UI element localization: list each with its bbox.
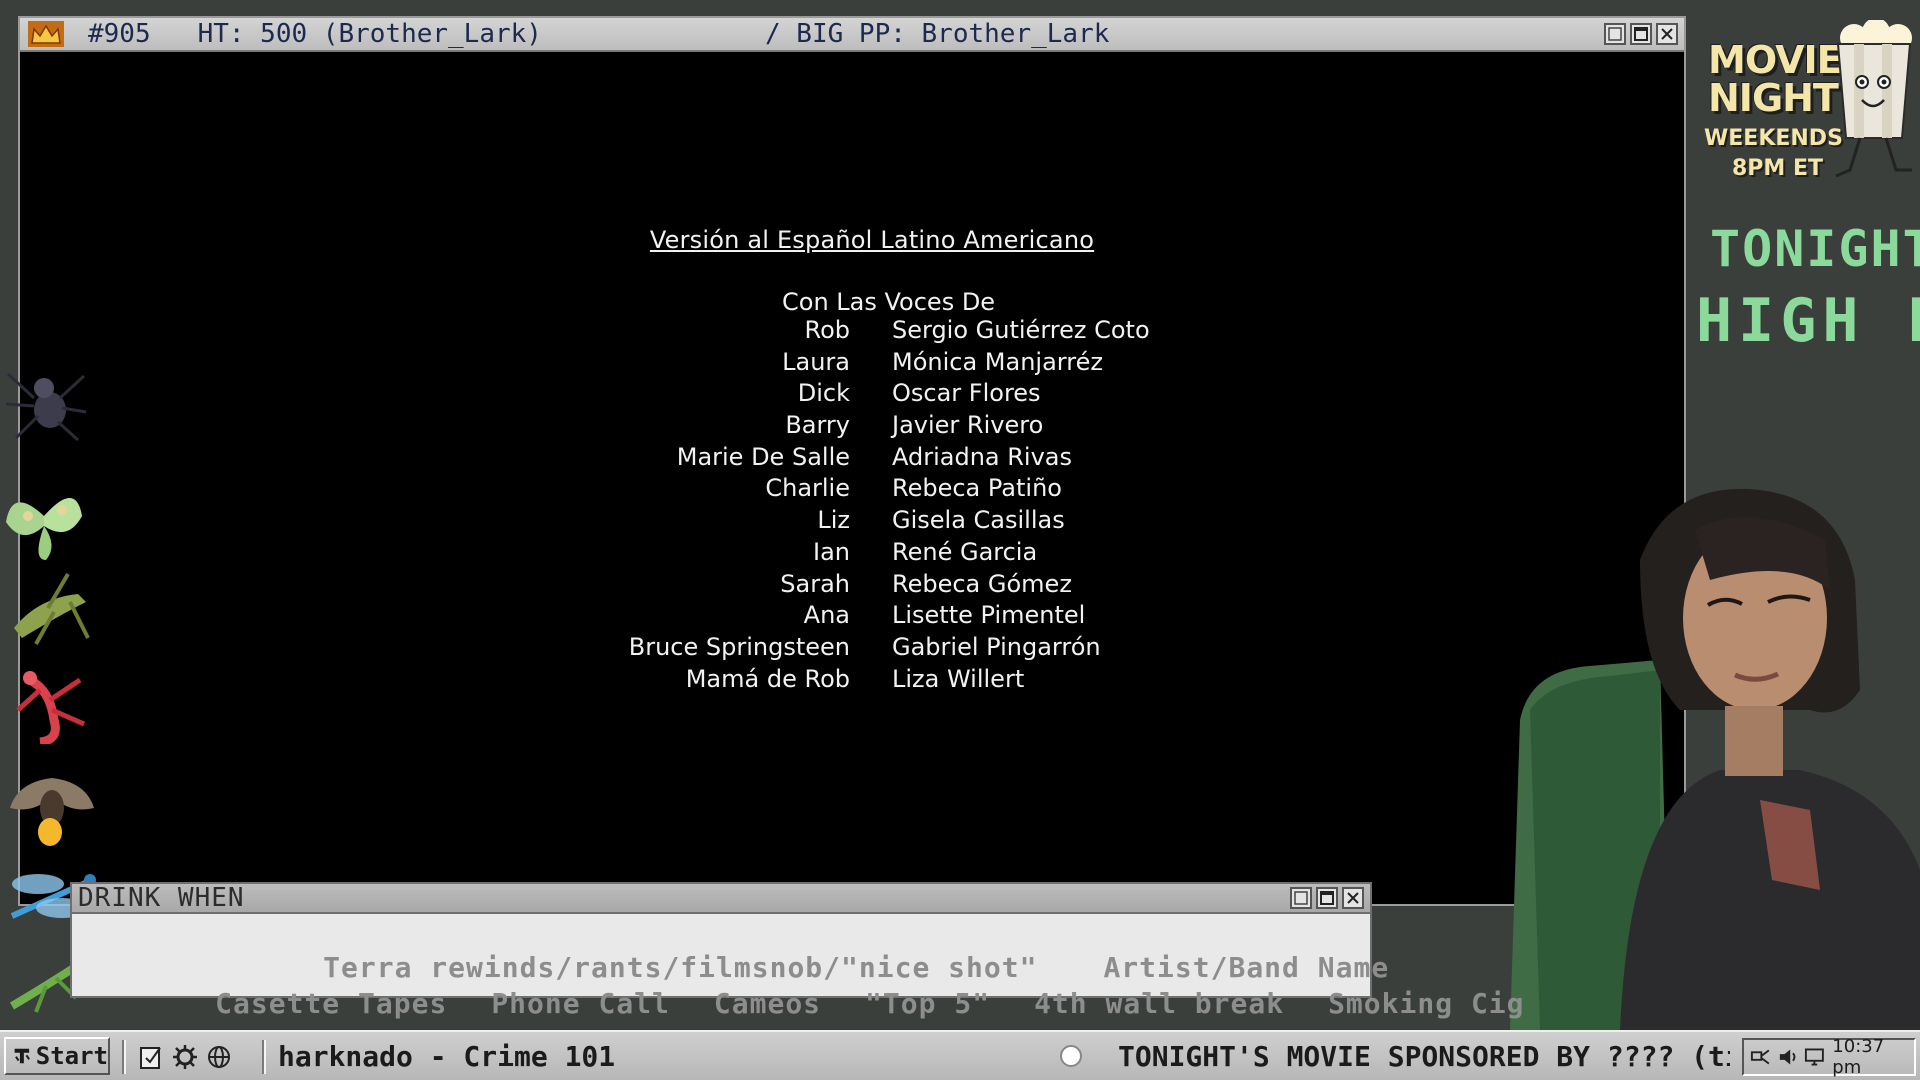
drink-rule: Cameos	[713, 987, 822, 1020]
active-task-button[interactable]: harknado - Crime 101	[278, 1040, 615, 1073]
drink-rule: "Top 5"	[865, 987, 991, 1020]
cast-role: Barry	[785, 411, 850, 440]
logo-text-weekends: WEEKENDS	[1704, 126, 1843, 151]
system-tray: 10:37 pm	[1742, 1036, 1916, 1078]
cast-role: Mamá de Rob	[685, 664, 850, 693]
minimize-icon	[1294, 891, 1308, 905]
taskbar-divider	[262, 1040, 266, 1074]
drink-rule: Smoking Cig	[1328, 987, 1525, 1020]
tonight-movie-title: HIGH FID	[1696, 286, 1920, 356]
movie-window-subtitle: / BIG PP: Brother_Lark	[765, 19, 1110, 49]
close-icon	[1347, 892, 1359, 904]
grasshopper-icon	[14, 572, 90, 645]
cast-actor: Lisette Pimentel	[892, 601, 1086, 630]
cast-actor: Mónica Manjarréz	[892, 347, 1103, 376]
drink-when-titlebar[interactable]: DRINK WHEN	[72, 883, 1370, 914]
speaker-icon[interactable]	[1777, 1046, 1798, 1068]
cast-role: Ian	[813, 537, 850, 566]
webcam-feed	[1510, 488, 1920, 1030]
gear-icon[interactable]	[172, 1044, 198, 1070]
cast-row: Bruce Springsteen Gabriel Pingarrón	[20, 633, 1684, 665]
cast-row: Ian René Garcia	[20, 538, 1684, 570]
drink-when-controls	[1290, 887, 1364, 909]
start-button[interactable]: Start	[4, 1037, 110, 1075]
cast-role: Sarah	[780, 569, 850, 598]
drink-rule: 4th wall break	[1034, 987, 1285, 1020]
cast-role: Rob	[804, 316, 850, 344]
cast-row: Barry Javier Rivero	[20, 411, 1684, 443]
tonight-label: TONIGHT:	[1710, 220, 1920, 278]
drink-when-title: DRINK WHEN	[78, 883, 245, 913]
minimize-icon	[1608, 27, 1622, 41]
cast-actor: Adriadna Rivas	[892, 442, 1073, 471]
cast-actor: Gabriel Pingarrón	[892, 632, 1101, 661]
cast-row: Laura Mónica Manjarréz	[20, 348, 1684, 380]
cast-role: Laura	[782, 347, 850, 376]
cast-row: Liz Gisela Casillas	[20, 506, 1684, 538]
credits-subheading: Con Las Voces De	[782, 288, 996, 316]
popcorn-icon	[1835, 20, 1912, 178]
logo-text-night: NIGHT	[1708, 76, 1839, 120]
cast-row: Dick Oscar Flores	[20, 379, 1684, 411]
cast-row: Marie De Salle Adriadna Rivas	[20, 443, 1684, 475]
start-icon	[14, 1048, 30, 1064]
cast-role: Liz	[817, 506, 850, 535]
cast-actor: Javier Rivero	[892, 411, 1044, 440]
firefly-icon	[10, 778, 94, 846]
cast-actor: Sergio Gutiérrez Coto	[892, 316, 1150, 344]
network-icon[interactable]	[1750, 1046, 1771, 1068]
mantis-icon	[16, 671, 86, 744]
close-icon	[1661, 28, 1673, 40]
cast-row: Sarah Rebeca Gómez	[20, 570, 1684, 602]
cast-row: Ana Lisette Pimentel	[20, 601, 1684, 633]
cast-actor: Liza Willert	[892, 664, 1025, 693]
movie-night-logo: MOVIE NIGHT WEEKENDS 8PM ET	[1700, 20, 1920, 200]
moth-icon	[6, 498, 82, 560]
clock: 10:37 pm	[1832, 1036, 1885, 1078]
start-label: Start	[35, 1042, 108, 1070]
maximize-icon	[1320, 891, 1334, 905]
cast-role: Ana	[803, 601, 850, 630]
cast-actor: Gisela Casillas	[892, 506, 1065, 535]
taskbar: Start harknado - Crime 101 TONIGHT'S MOV…	[0, 1030, 1920, 1080]
maximize-button[interactable]	[1316, 887, 1338, 909]
notepad-icon[interactable]	[138, 1044, 164, 1070]
cast-row: Mamá de Rob Liza Willert	[20, 665, 1684, 697]
maximize-icon	[1634, 27, 1648, 41]
cast-role: Marie De Salle	[676, 442, 850, 471]
movie-window-titlebar[interactable]: #905 HT: 500 (Brother_Lark) / BIG PP: Br…	[20, 18, 1684, 52]
monitor-icon[interactable]	[1804, 1046, 1825, 1068]
drink-rule: Casette Tapes	[215, 987, 448, 1020]
cast-actor: Rebeca Gómez	[892, 569, 1072, 598]
minimize-button[interactable]	[1290, 887, 1312, 909]
record-icon	[1060, 1045, 1082, 1067]
cast-role: Dick	[797, 379, 850, 408]
cast-role: Bruce Springsteen	[628, 632, 850, 661]
cast-row: Charlie Rebeca Patiño	[20, 474, 1684, 506]
close-button[interactable]	[1342, 887, 1364, 909]
maximize-button[interactable]	[1630, 23, 1652, 45]
cast-actor: Oscar Flores	[892, 379, 1041, 408]
drink-when-window: DRINK WHEN Terra rewinds/rants/filmsnob/…	[70, 882, 1524, 1020]
desktop: #905 HT: 500 (Brother_Lark) / BIG PP: Br…	[0, 0, 1920, 1080]
movie-window-controls	[1604, 23, 1678, 45]
movie-window-title: #905 HT: 500 (Brother_Lark)	[88, 19, 542, 49]
movie-window: #905 HT: 500 (Brother_Lark) / BIG PP: Br…	[18, 16, 1686, 906]
credits-heading: Versión al Español Latino Americano	[649, 226, 1095, 254]
drink-rule: Phone Call	[491, 987, 670, 1020]
cast-actor: Rebeca Patiño	[892, 474, 1062, 503]
sponsor-ticker: TONIGHT'S MOVIE SPONSORED BY ???? (ti	[1118, 1040, 1730, 1073]
spider-icon	[5, 372, 87, 442]
cast-row: Rob Sergio Gutiérrez Coto	[20, 316, 1684, 348]
cast-role: Charlie	[765, 474, 850, 503]
logo-text-time: 8PM ET	[1732, 156, 1824, 181]
minimize-button[interactable]	[1604, 23, 1626, 45]
taskbar-divider	[122, 1040, 126, 1074]
crown-icon	[28, 21, 64, 47]
globe-icon[interactable]	[206, 1044, 232, 1070]
cast-actor: René Garcia	[892, 537, 1038, 566]
movie-credits: Versión al Español Latino Americano Con …	[20, 52, 1684, 904]
close-button[interactable]	[1656, 23, 1678, 45]
cast-list: Rob Sergio Gutiérrez Coto Laura Mónica Man…	[20, 316, 1684, 696]
